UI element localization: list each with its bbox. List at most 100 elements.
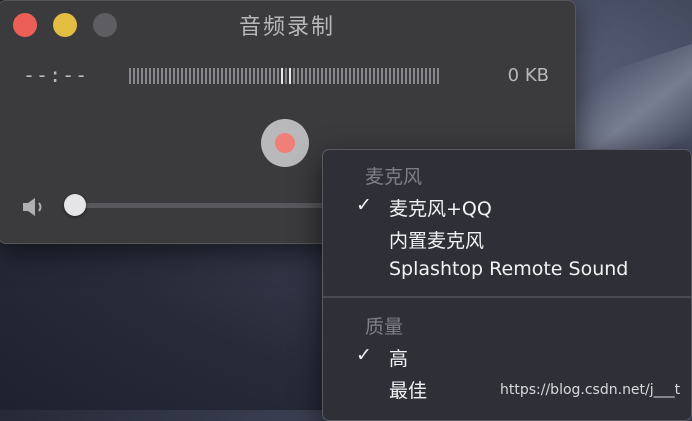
- menu-item-quality-high[interactable]: ✓ 高: [323, 342, 691, 372]
- meter-tick: [173, 68, 175, 84]
- meter-tick: [133, 68, 135, 84]
- meter-tick: [217, 68, 219, 84]
- meter-tick: [429, 68, 431, 84]
- meter-tick: [321, 68, 323, 84]
- meter-tick: [349, 68, 351, 84]
- meter-tick: [377, 68, 379, 84]
- meter-tick: [353, 68, 355, 84]
- menu-item-label: 麦克风+QQ: [389, 198, 492, 220]
- meter-tick: [413, 68, 415, 84]
- menu-item-label: 最佳: [389, 380, 428, 402]
- meter-tick: [401, 68, 403, 84]
- meter-tick: [161, 68, 163, 84]
- meter-tick: [281, 68, 283, 84]
- meter-tick: [193, 68, 195, 84]
- elapsed-time: --:--: [23, 63, 89, 87]
- meter-tick: [229, 68, 231, 84]
- meter-tick: [397, 68, 399, 84]
- meter-tick: [225, 68, 227, 84]
- meter-tick: [221, 68, 223, 84]
- file-size: 0 KB: [507, 65, 549, 86]
- record-icon: [275, 133, 295, 153]
- menu-separator: [323, 296, 691, 298]
- meter-tick: [405, 68, 407, 84]
- meter-tick: [337, 68, 339, 84]
- meter-tick: [417, 68, 419, 84]
- meter-tick: [297, 68, 299, 84]
- meter-tick: [241, 68, 243, 84]
- meter-tick: [313, 68, 315, 84]
- meter-tick: [149, 68, 151, 84]
- meter-tick: [317, 68, 319, 84]
- meter-tick: [389, 68, 391, 84]
- volume-slider-track[interactable]: [71, 203, 331, 208]
- menu-item-microphone-qq[interactable]: ✓ 麦克风+QQ: [323, 192, 691, 222]
- meter-tick: [253, 68, 255, 84]
- meter-tick: [165, 68, 167, 84]
- meter-tick: [177, 68, 179, 84]
- meter-tick: [385, 68, 387, 84]
- meter-tick: [209, 68, 211, 84]
- meter-tick: [285, 68, 287, 84]
- checkmark-icon: ✓: [356, 344, 372, 366]
- meter-tick: [189, 68, 191, 84]
- meter-tick: [289, 68, 291, 84]
- volume-slider-knob[interactable]: [64, 194, 86, 216]
- meter-tick: [249, 68, 251, 84]
- meter-tick: [305, 68, 307, 84]
- meter-tick: [425, 68, 427, 84]
- menu-item-label: 内置麦克风: [389, 230, 485, 252]
- meter-tick: [433, 68, 435, 84]
- meter-tick: [157, 68, 159, 84]
- meter-tick: [345, 68, 347, 84]
- options-menu: 麦克风 ✓ 麦克风+QQ 内置麦克风 Splashtop Remote Soun…: [322, 149, 692, 421]
- meter-tick: [373, 68, 375, 84]
- meter-tick: [301, 68, 303, 84]
- meter-tick: [137, 68, 139, 84]
- meter-tick: [205, 68, 207, 84]
- meter-tick: [201, 68, 203, 84]
- meter-tick: [333, 68, 335, 84]
- meter-tick: [213, 68, 215, 84]
- meter-tick: [233, 68, 235, 84]
- meter-tick: [409, 68, 411, 84]
- menu-item-label: Splashtop Remote Sound: [389, 258, 629, 280]
- meter-tick: [437, 68, 439, 84]
- menu-item-label: 高: [389, 348, 409, 370]
- meter-tick: [421, 68, 423, 84]
- menu-item-builtin-microphone[interactable]: 内置麦克风: [323, 224, 691, 254]
- meter-tick: [369, 68, 371, 84]
- checkmark-icon: ✓: [356, 194, 372, 216]
- meter-tick: [145, 68, 147, 84]
- meter-tick: [257, 68, 259, 84]
- meter-tick: [197, 68, 199, 84]
- meter-tick: [277, 68, 279, 84]
- audio-level-meter: [129, 68, 441, 84]
- window-title: 音频录制: [238, 15, 335, 40]
- watermark: https://blog.csdn.net/j___t: [500, 382, 681, 398]
- meter-tick: [129, 68, 131, 84]
- meter-tick: [381, 68, 383, 84]
- record-button[interactable]: [261, 119, 309, 167]
- menu-item-splashtop-remote-sound[interactable]: Splashtop Remote Sound: [323, 256, 691, 286]
- meter-tick: [153, 68, 155, 84]
- meter-tick: [293, 68, 295, 84]
- menu-header-microphone: 麦克风: [365, 166, 423, 188]
- meter-tick: [341, 68, 343, 84]
- meter-tick: [261, 68, 263, 84]
- meter-tick: [269, 68, 271, 84]
- meter-tick: [361, 68, 363, 84]
- meter-tick: [265, 68, 267, 84]
- meter-tick: [185, 68, 187, 84]
- meter-tick: [181, 68, 183, 84]
- meter-tick: [309, 68, 311, 84]
- meter-tick: [393, 68, 395, 84]
- meter-tick: [273, 68, 275, 84]
- meter-tick: [357, 68, 359, 84]
- meter-tick: [169, 68, 171, 84]
- meter-tick: [325, 68, 327, 84]
- meter-tick: [141, 68, 143, 84]
- meter-tick: [245, 68, 247, 84]
- speaker-icon: [23, 198, 42, 216]
- menu-header-quality: 质量: [365, 316, 404, 338]
